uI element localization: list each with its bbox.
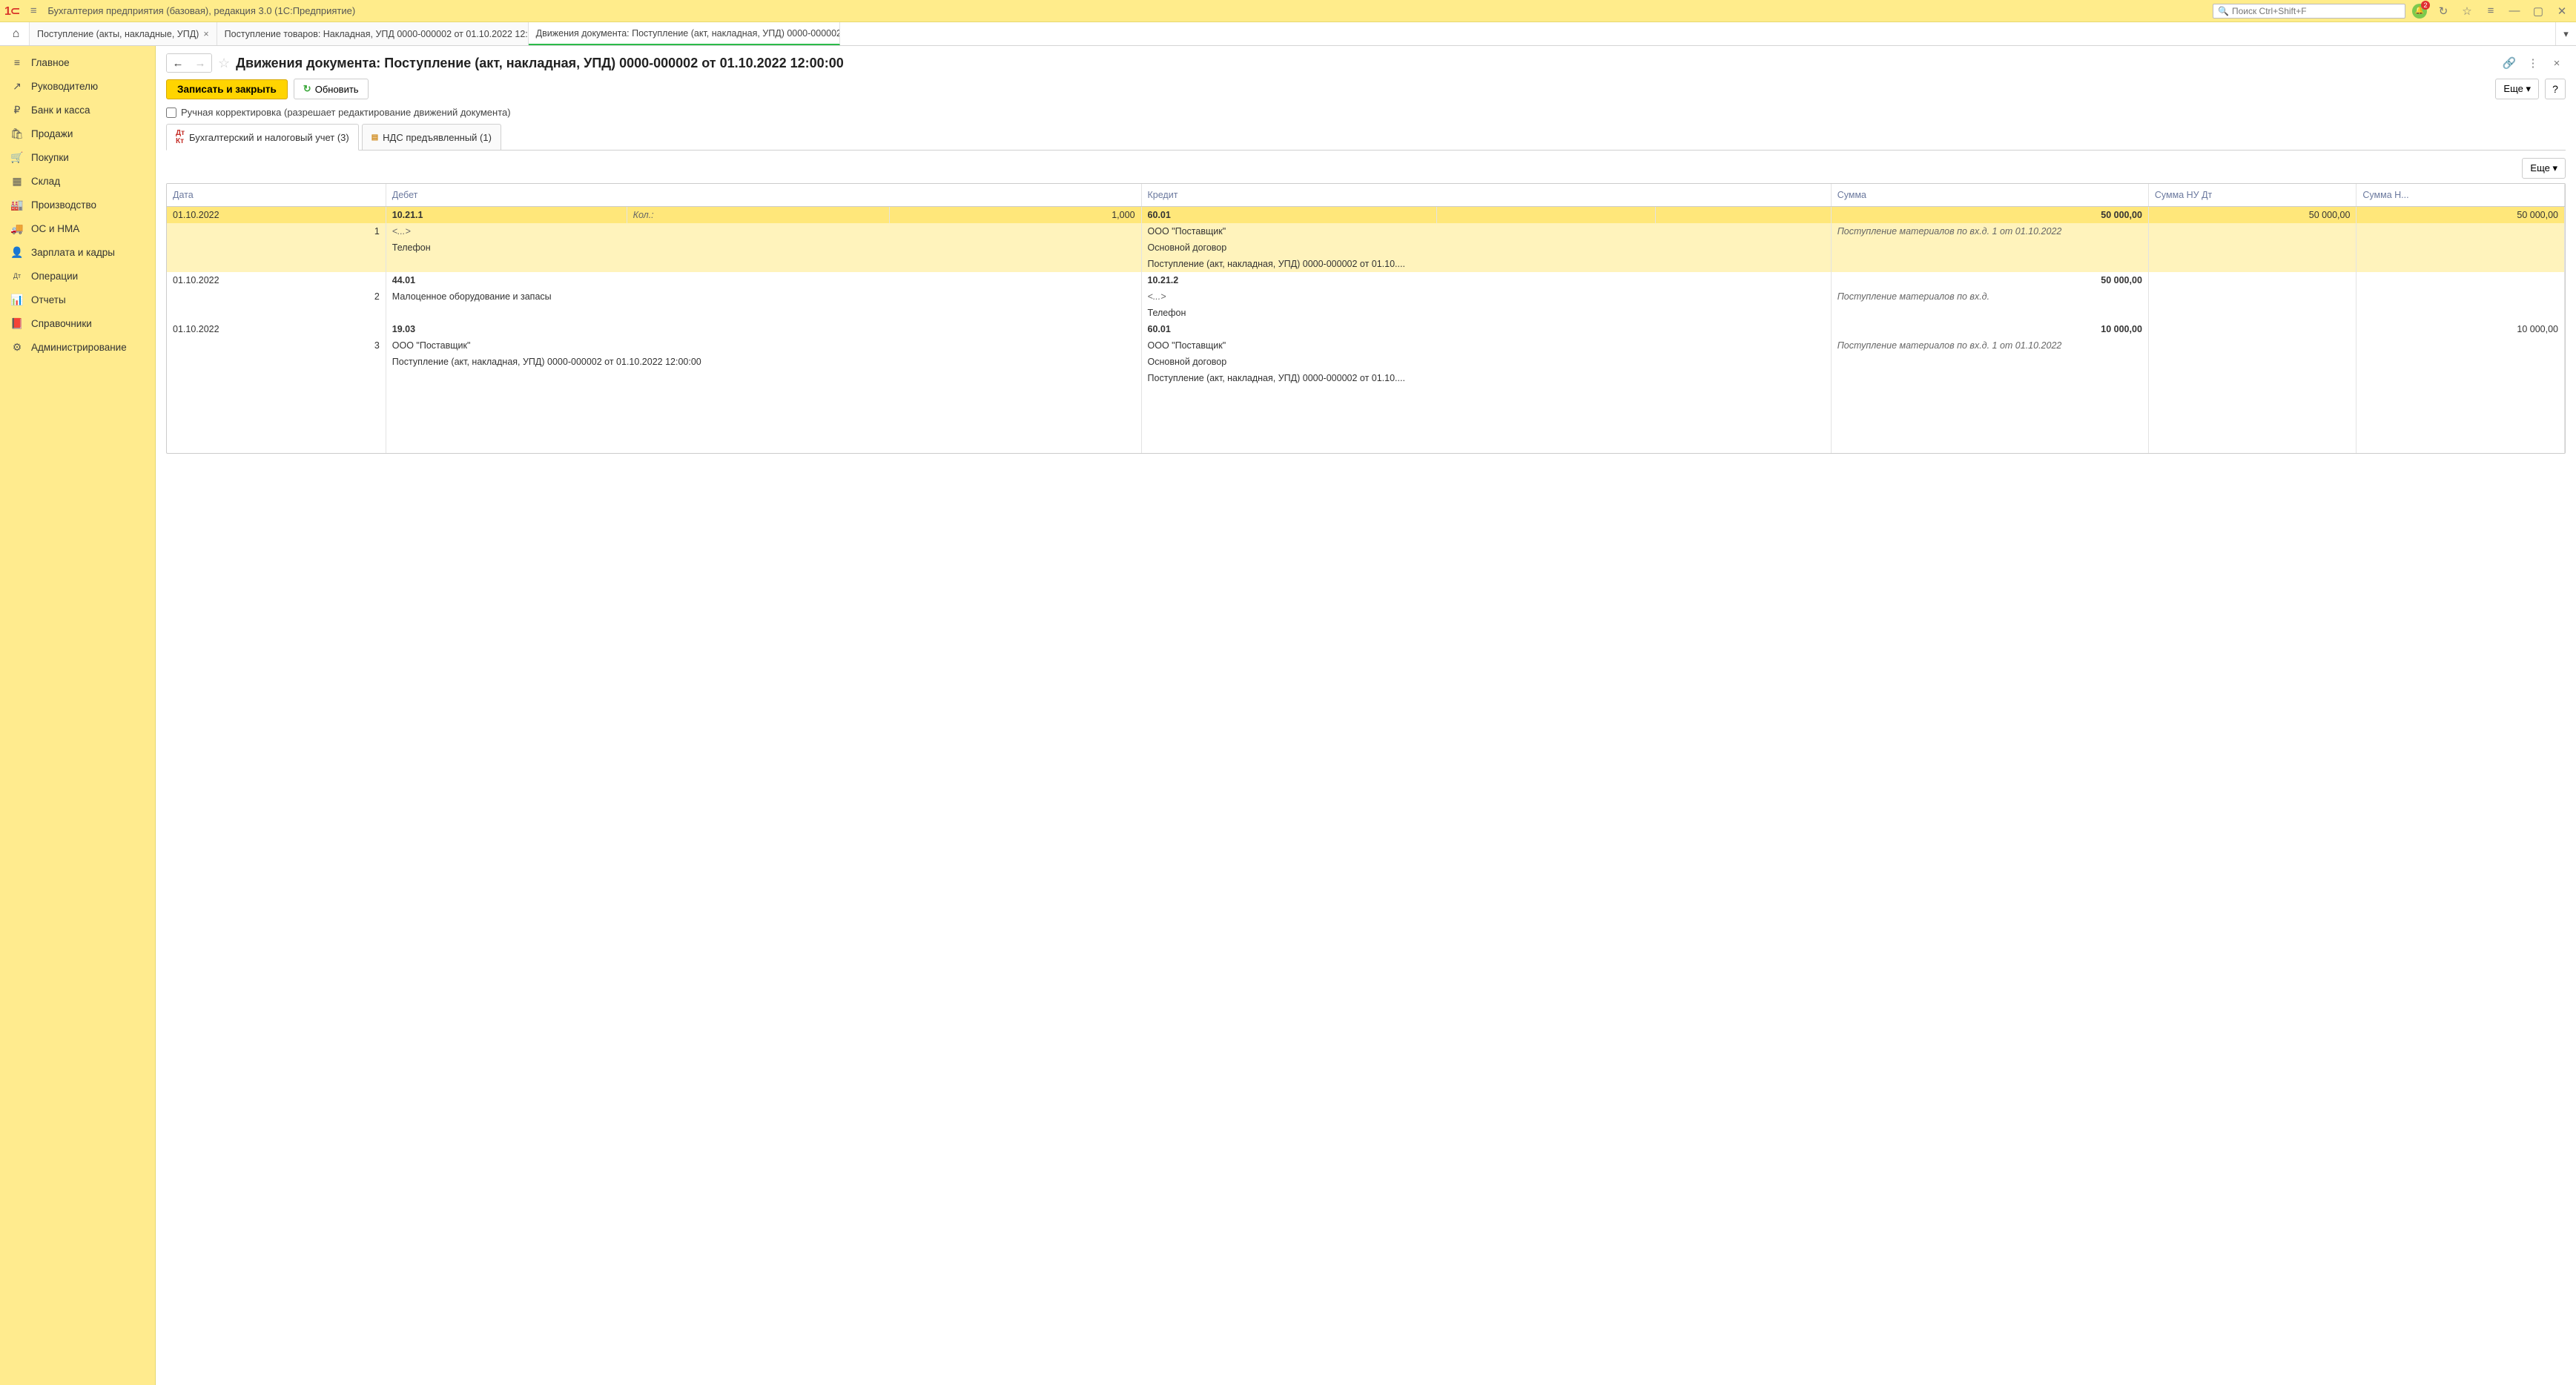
search-box[interactable]: 🔍 xyxy=(2213,4,2405,19)
table-row[interactable]: 01.10.2022 44.01 10.21.2 50 000,00 xyxy=(167,272,2565,288)
sidebar-item-references[interactable]: 📕Справочники xyxy=(0,311,155,335)
close-panel-icon[interactable]: × xyxy=(2548,54,2566,72)
sidebar: ≡Главное ↗Руководителю ₽Банк и касса 🛍Пр… xyxy=(0,46,156,1385)
col-date[interactable]: Дата xyxy=(167,184,386,207)
bank-icon: ₽ xyxy=(10,103,24,116)
col-credit[interactable]: Кредит xyxy=(1141,184,1831,207)
col-sum[interactable]: Сумма xyxy=(1831,184,2148,207)
search-icon: 🔍 xyxy=(2218,6,2229,16)
chart-icon: 📊 xyxy=(10,293,24,306)
sidebar-item-sales[interactable]: 🛍Продажи xyxy=(0,122,155,145)
table-more-button[interactable]: Еще ▾ xyxy=(2522,158,2566,179)
table-spacer xyxy=(167,386,2565,453)
table-row[interactable]: 1 <...> ООО "Поставщик" Поступление мате… xyxy=(167,223,2565,239)
sidebar-item-assets[interactable]: 🚚ОС и НМА xyxy=(0,216,155,240)
subtab-accounting[interactable]: ДтКтБухгалтерский и налоговый учет (3) xyxy=(166,124,359,151)
close-icon[interactable]: ✕ xyxy=(2552,1,2572,21)
nav-buttons: ← → xyxy=(166,53,212,73)
person-icon: 👤 xyxy=(10,245,24,259)
history-icon[interactable]: ↻ xyxy=(2434,1,2453,21)
manual-correction-checkbox[interactable] xyxy=(166,108,176,118)
sidebar-item-reports[interactable]: 📊Отчеты xyxy=(0,288,155,311)
sidebar-item-main[interactable]: ≡Главное xyxy=(0,50,155,74)
notif-badge: 2 xyxy=(2421,1,2430,10)
sidebar-item-purchases[interactable]: 🛒Покупки xyxy=(0,145,155,169)
table-row[interactable]: 01.10.2022 19.03 60.01 10 000,00 10 000,… xyxy=(167,321,2565,337)
hamburger-icon[interactable]: ≡ xyxy=(24,1,43,21)
nav-forward-button[interactable]: → xyxy=(189,54,211,72)
link-icon[interactable]: 🔗 xyxy=(2500,54,2518,72)
manager-icon: ↗ xyxy=(10,79,24,93)
table-header-row: Дата Дебет Кредит Сумма Сумма НУ Дт Сумм… xyxy=(167,184,2565,207)
tab-1[interactable]: Поступление товаров: Накладная, УПД 0000… xyxy=(217,22,529,45)
postings-table[interactable]: Дата Дебет Кредит Сумма Сумма НУ Дт Сумм… xyxy=(166,183,2566,454)
maximize-icon[interactable]: ▢ xyxy=(2529,1,2548,21)
sidebar-item-operations[interactable]: ДтОперации xyxy=(0,264,155,288)
gear-icon: ⚙ xyxy=(10,340,24,354)
production-icon: 🏭 xyxy=(10,198,24,211)
app-title: Бухгалтерия предприятия (базовая), редак… xyxy=(47,5,355,16)
purchases-icon: 🛒 xyxy=(10,151,24,164)
filter-icon[interactable]: ≡ xyxy=(2481,1,2500,21)
sidebar-item-hr[interactable]: 👤Зарплата и кадры xyxy=(0,240,155,264)
titlebar: 1⊂ ≡ Бухгалтерия предприятия (базовая), … xyxy=(0,0,2576,22)
truck-icon: 🚚 xyxy=(10,222,24,235)
save-close-button[interactable]: Записать и закрыть xyxy=(166,79,288,99)
content: ← → ☆ Движения документа: Поступление (а… xyxy=(156,46,2576,1385)
table-row[interactable]: 3 ООО "Поставщик" ООО "Поставщик" Поступ… xyxy=(167,337,2565,354)
table-row[interactable]: 01.10.2022 10.21.1 Кол.: 1,000 60.01 50 … xyxy=(167,207,2565,224)
home-tab[interactable]: ⌂ xyxy=(3,22,30,45)
manual-correction-label: Ручная корректировка (разрешает редактир… xyxy=(181,107,511,118)
refresh-icon: ↻ xyxy=(303,83,311,95)
book-icon: 📕 xyxy=(10,317,24,330)
menu-dots-icon[interactable]: ⋮ xyxy=(2524,54,2542,72)
sales-icon: 🛍 xyxy=(10,127,24,140)
notification-icon[interactable]: 🔔2 xyxy=(2410,1,2429,21)
search-input[interactable] xyxy=(2232,6,2400,16)
page-title: Движения документа: Поступление (акт, на… xyxy=(236,56,2494,71)
logo-1c: 1⊂ xyxy=(4,4,19,19)
dtkt-icon: Дт xyxy=(10,269,24,282)
sidebar-item-manager[interactable]: ↗Руководителю xyxy=(0,74,155,98)
tab-2[interactable]: Движения документа: Поступление (акт, на… xyxy=(529,22,840,45)
tab-close-icon[interactable]: × xyxy=(203,29,208,39)
dtkt-icon: ДтКт xyxy=(176,129,185,145)
warehouse-icon: ▦ xyxy=(10,174,24,188)
document-icon: ▤ xyxy=(371,133,378,142)
favorite-icon[interactable]: ☆ xyxy=(2457,1,2477,21)
star-icon[interactable]: ☆ xyxy=(218,56,230,71)
sidebar-item-warehouse[interactable]: ▦Склад xyxy=(0,169,155,193)
refresh-button[interactable]: ↻Обновить xyxy=(294,79,369,99)
col-debit[interactable]: Дебет xyxy=(386,184,1141,207)
sidebar-item-bank[interactable]: ₽Банк и касса xyxy=(0,98,155,122)
help-button[interactable]: ? xyxy=(2545,79,2566,99)
col-sum-nu-dt[interactable]: Сумма НУ Дт xyxy=(2148,184,2357,207)
col-sum-nu-kt[interactable]: Сумма Н... xyxy=(2357,184,2565,207)
sidebar-item-admin[interactable]: ⚙Администрирование xyxy=(0,335,155,359)
nav-back-button[interactable]: ← xyxy=(167,54,189,72)
more-button[interactable]: Еще ▾ xyxy=(2495,79,2539,99)
minimize-icon[interactable]: — xyxy=(2505,1,2524,21)
tabs-bar: ⌂ Поступление (акты, накладные, УПД)× По… xyxy=(0,22,2576,46)
tabs-more-icon[interactable]: ▾ xyxy=(2555,22,2576,45)
subtab-vat[interactable]: ▤НДС предъявленный (1) xyxy=(362,124,501,150)
sidebar-item-production[interactable]: 🏭Производство xyxy=(0,193,155,216)
tab-0[interactable]: Поступление (акты, накладные, УПД)× xyxy=(30,22,217,45)
table-row[interactable]: 2 Малоценное оборудование и запасы <...>… xyxy=(167,288,2565,305)
home-icon: ≡ xyxy=(10,56,24,69)
